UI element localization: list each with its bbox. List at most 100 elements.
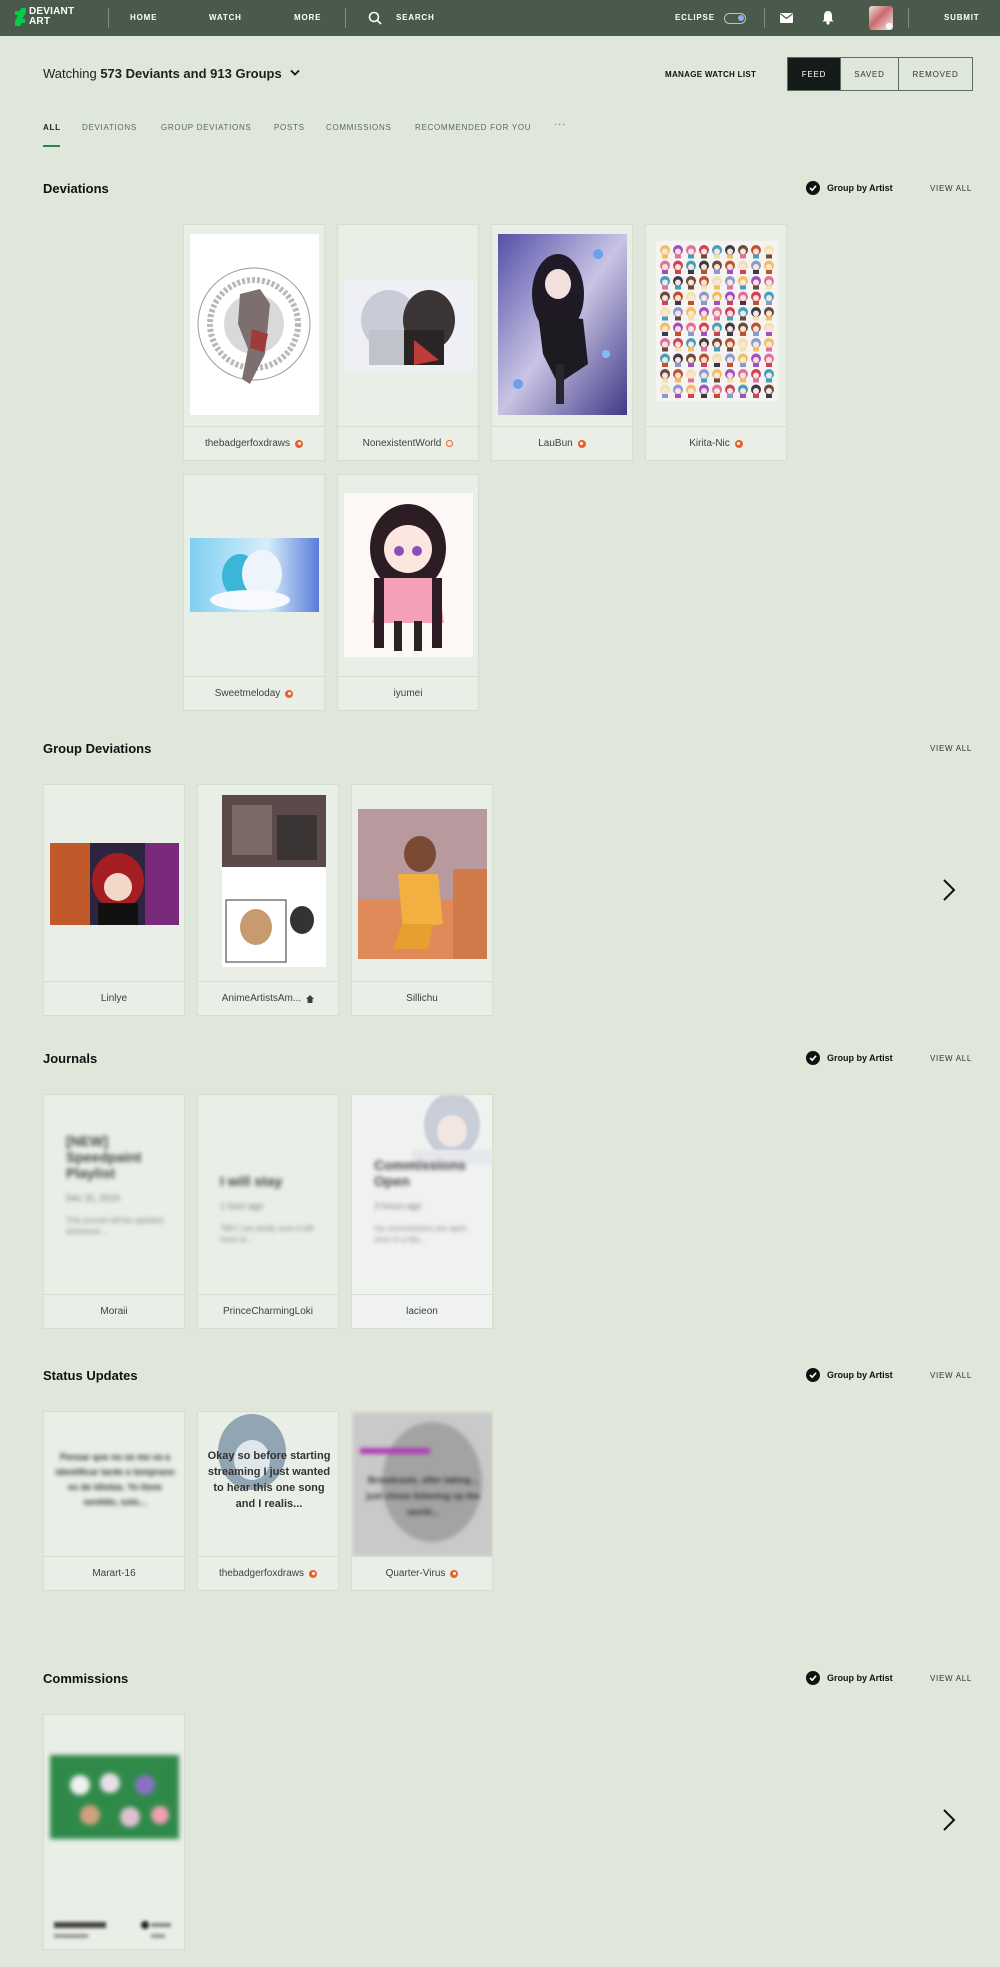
deviation-thumbnail[interactable]: [190, 234, 319, 415]
commission-details: [54, 1921, 171, 1938]
journal-date: 3 hours ago: [374, 1201, 422, 1211]
artist-name[interactable]: NonexistentWorld: [363, 438, 442, 449]
journal-card[interactable]: I will stay 1 hour ago TBH I am pretty s…: [197, 1094, 339, 1329]
check-icon: [806, 1368, 820, 1382]
deviation-card[interactable]: thebadgerfoxdraws: [183, 224, 325, 461]
segment-saved[interactable]: SAVED: [840, 58, 898, 90]
section-title-deviations: Deviations: [43, 181, 109, 196]
deviation-thumbnail[interactable]: [190, 538, 319, 612]
group-deviation-card[interactable]: Sillichu: [351, 784, 493, 1016]
segment-feed[interactable]: FEED: [788, 58, 840, 90]
artist-name[interactable]: AnimeArtistsAm...: [222, 993, 301, 1004]
nav-search[interactable]: SEARCH: [396, 13, 435, 22]
artist-name[interactable]: lacieon: [406, 1306, 438, 1317]
tab-group-deviations[interactable]: GROUP DEVIATIONS: [161, 123, 251, 132]
tab-all[interactable]: ALL: [43, 123, 61, 132]
artist-name[interactable]: Kirita-Nic: [689, 438, 730, 449]
deviantart-logo[interactable]: DEVIANT ART: [14, 6, 74, 30]
eclipse-label: ECLIPSE: [675, 13, 715, 22]
status-card[interactable]: Pensar que no se me va a identificar tar…: [43, 1411, 185, 1591]
nav-divider: [908, 8, 909, 28]
search-icon[interactable]: [368, 11, 382, 25]
card-footer: Marart-16: [44, 1556, 184, 1590]
core-badge-icon: [450, 1569, 459, 1578]
journal-title: [NEW] Speedpaint Playlist: [66, 1133, 142, 1181]
status-card[interactable]: Broadcasts, after taking... just chose l…: [351, 1411, 493, 1591]
deviation-card[interactable]: LauBun: [491, 224, 633, 461]
journal-card[interactable]: Commissions Open 3 hours ago my commissi…: [351, 1094, 493, 1329]
commission-thumbnail[interactable]: [50, 1755, 179, 1839]
status-text: Broadcasts, after taking... just chose l…: [366, 1475, 480, 1517]
artist-name[interactable]: Sweetmeloday: [215, 688, 281, 699]
segment-removed[interactable]: REMOVED: [898, 58, 972, 90]
nav-watch[interactable]: WATCH: [209, 13, 242, 22]
core-badge-icon: [734, 439, 743, 448]
group-by-artist-label: Group by Artist: [827, 1053, 893, 1063]
journal-card[interactable]: [NEW] Speedpaint Playlist Dec 31, 2019 T…: [43, 1094, 185, 1329]
nav-more[interactable]: MORE: [294, 13, 321, 22]
artist-name[interactable]: thebadgerfoxdraws: [205, 438, 290, 449]
check-icon: [806, 181, 820, 195]
deviation-card[interactable]: iyumei: [337, 474, 479, 711]
feed-view-switcher: FEED SAVED REMOVED: [787, 57, 973, 91]
artist-name[interactable]: Linlye: [101, 993, 127, 1004]
view-all-commissions[interactable]: VIEW ALL: [930, 1674, 972, 1683]
artist-name[interactable]: Sillichu: [406, 993, 438, 1004]
card-footer: thebadgerfoxdraws: [198, 1556, 338, 1590]
journal-banner-image: [412, 1095, 492, 1165]
deviation-card[interactable]: NonexistentWorld: [337, 224, 479, 461]
deviation-thumbnail[interactable]: [222, 795, 326, 967]
deviation-thumbnail[interactable]: [358, 809, 487, 959]
core-badge-icon: [295, 439, 304, 448]
bell-icon[interactable]: [821, 10, 835, 25]
nav-home[interactable]: HOME: [130, 13, 157, 22]
card-footer: Sillichu: [352, 981, 492, 1015]
deviation-card[interactable]: Kirita-Nic: [645, 224, 787, 461]
group-deviation-card[interactable]: Linlye: [43, 784, 185, 1016]
status-card[interactable]: Okay so before starting streaming I just…: [197, 1411, 339, 1591]
tab-more-ellipsis[interactable]: ···: [554, 119, 566, 130]
deviation-card[interactable]: Sweetmeloday: [183, 474, 325, 711]
commission-card[interactable]: [43, 1714, 185, 1950]
card-footer: lacieon: [352, 1294, 492, 1328]
deviation-thumbnail[interactable]: [344, 493, 473, 657]
badge-icon: [446, 440, 454, 447]
watching-prefix: Watching: [43, 66, 101, 81]
deviation-thumbnail[interactable]: [344, 280, 473, 371]
journal-title: Commissions Open: [374, 1157, 466, 1189]
tab-posts[interactable]: POSTS: [274, 123, 305, 132]
chevron-right-icon[interactable]: [942, 878, 956, 902]
artist-name[interactable]: LauBun: [538, 438, 572, 449]
tab-deviations[interactable]: DEVIATIONS: [82, 123, 137, 132]
group-deviation-card[interactable]: AnimeArtistsAm...: [197, 784, 339, 1016]
logo-text-line2: ART: [29, 16, 51, 27]
section-title-group-deviations: Group Deviations: [43, 741, 152, 756]
view-all-journals[interactable]: VIEW ALL: [930, 1054, 972, 1063]
view-all-group-deviations[interactable]: VIEW ALL: [930, 744, 972, 753]
artist-name[interactable]: Quarter-Virus: [386, 1568, 446, 1579]
tab-commissions[interactable]: COMMISSIONS: [326, 123, 391, 132]
group-icon: [306, 994, 315, 1003]
journal-preview: Commissions Open 3 hours ago my commissi…: [374, 1157, 474, 1245]
manage-watch-list-link[interactable]: MANAGE WATCH LIST: [665, 70, 756, 79]
tab-recommended[interactable]: RECOMMENDED FOR YOU: [415, 123, 531, 132]
submit-button[interactable]: SUBMIT: [944, 13, 979, 22]
chevron-down-icon[interactable]: [290, 69, 300, 77]
artist-name[interactable]: Marart-16: [92, 1568, 135, 1579]
user-avatar[interactable]: [869, 6, 893, 30]
eclipse-toggle[interactable]: [724, 13, 746, 24]
chevron-right-icon[interactable]: [942, 1808, 956, 1832]
artist-name[interactable]: thebadgerfoxdraws: [219, 1568, 304, 1579]
group-by-artist-label: Group by Artist: [827, 1673, 893, 1683]
deviation-thumbnail[interactable]: [656, 241, 778, 401]
artist-name[interactable]: Moraii: [100, 1306, 127, 1317]
view-all-status-updates[interactable]: VIEW ALL: [930, 1371, 972, 1380]
deviation-thumbnail[interactable]: [498, 234, 627, 415]
artist-name[interactable]: PrinceCharmingLoki: [223, 1306, 313, 1317]
watching-summary[interactable]: Watching 573 Deviants and 913 Groups: [43, 66, 282, 81]
view-all-deviations[interactable]: VIEW ALL: [930, 184, 972, 193]
deviation-thumbnail[interactable]: [50, 843, 179, 925]
mail-icon[interactable]: [780, 13, 793, 23]
card-footer: Quarter-Virus: [352, 1556, 492, 1590]
artist-name[interactable]: iyumei: [394, 688, 423, 699]
